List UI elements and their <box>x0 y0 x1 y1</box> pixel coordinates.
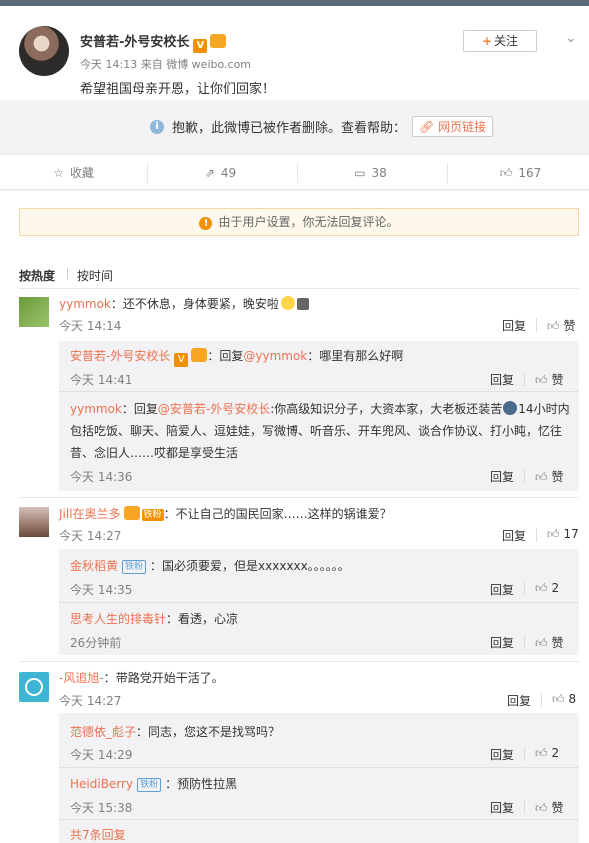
commenter-avatar[interactable] <box>19 507 49 537</box>
verified-v-icon: V <box>174 353 189 367</box>
member-crown-icon <box>210 34 227 48</box>
reply-button[interactable]: 回复 <box>490 468 514 485</box>
member-crown-icon <box>191 348 208 362</box>
comment-text: yymmok：还不休息，身体要紧，晚安啦 <box>59 295 309 312</box>
more-replies-link[interactable]: 共7条回复 <box>70 826 126 843</box>
deleted-message: 抱歉，此微博已被作者删除。查看帮助： <box>172 121 407 136</box>
grin-emoji-icon <box>280 296 295 310</box>
comment-like-button[interactable]: 👍︎ 赞 <box>547 317 576 334</box>
verified-v-icon: V <box>193 39 208 53</box>
comment-like-button[interactable]: 👍︎ 2 <box>535 746 559 761</box>
sub-replies: 范德依_彪子：同志，您这不是找骂吗？ 今天 14:29 回复 👍︎ 2 Heidi… <box>59 713 579 843</box>
plus-icon: + <box>481 34 493 48</box>
reply-button[interactable]: 回复 <box>490 371 514 388</box>
commenter-avatar[interactable] <box>19 672 49 702</box>
thumbs-up-icon: 👍︎ <box>535 636 548 650</box>
thumbs-up-icon: 👍︎ <box>499 166 513 180</box>
moon-emoji-icon <box>296 298 309 310</box>
thumbs-up-icon: 👍︎ <box>535 470 548 484</box>
follow-button[interactable]: + 关注 <box>463 30 537 52</box>
tiefen-badge: 铁粉 <box>122 560 147 574</box>
reply-button[interactable]: 回复 <box>490 581 514 598</box>
thumbs-up-icon: 👍︎ <box>552 692 565 706</box>
warning-icon: ! <box>199 217 213 230</box>
comment-button[interactable]: ▭ 38 <box>297 155 444 191</box>
deleted-repost-notice: i 抱歉，此微博已被作者删除。查看帮助： 🔗︎ 网页链接 <box>0 100 589 154</box>
thumbs-up-icon: 👍︎ <box>535 801 548 815</box>
reply-restricted-notice: ! 由于用户设置，你无法回复评论。 <box>19 208 579 236</box>
sort-by-hot-tab[interactable]: 按热度 <box>19 269 55 283</box>
repost-button[interactable]: ⇗ 49 <box>147 155 294 191</box>
sub-reply-text: HeidiBerry 铁粉 ：预防性拉黑 <box>70 777 238 792</box>
repost-icon: ⇗ <box>204 166 215 180</box>
reply-button[interactable]: 回复 <box>507 692 531 709</box>
comment-like-button[interactable]: 👍︎ 8 <box>552 692 576 707</box>
link-icon: 🔗︎ <box>419 120 439 134</box>
comments-section: ! 由于用户设置，你无法回复评论。 按热度 按时间 yymmok：还不休息，身体要… <box>0 191 589 843</box>
emoji-icon <box>503 401 518 415</box>
weibo-post: 安普若-外号安校长 V 今天 14:13 来自 微博 weibo.com 希望祖国… <box>0 6 589 100</box>
thumbs-up-icon: 👍︎ <box>535 373 548 387</box>
tiefen-badge: 铁粉 <box>137 778 162 792</box>
comment-time: 今天 14:14 <box>59 319 122 333</box>
info-icon: i <box>150 119 164 134</box>
comment-like-button[interactable]: 👍︎ 赞 <box>535 634 564 651</box>
sub-reply-text: 范德依_彪子：同志，您这不是找骂吗？ <box>70 725 281 739</box>
reply-button[interactable]: 回复 <box>490 634 514 651</box>
favorite-button[interactable]: ☆ 收藏 <box>0 155 147 191</box>
tiefen-badge: 铁粉 <box>141 509 164 521</box>
comment-like-button[interactable]: 👍︎ 2 <box>535 581 559 596</box>
web-link-button[interactable]: 🔗︎ 网页链接 <box>412 116 494 137</box>
comment-username[interactable]: yymmok <box>59 297 111 311</box>
comment-like-button[interactable]: 👍︎ 赞 <box>535 371 564 388</box>
thumbs-up-icon: 👍︎ <box>547 319 560 333</box>
chevron-down-icon[interactable]: ⌄ <box>565 30 577 46</box>
commenter-avatar[interactable] <box>19 297 49 327</box>
comment-like-button[interactable]: 👍︎ 17 <box>547 527 579 542</box>
thumbs-up-icon: 👍︎ <box>547 527 560 541</box>
sort-by-time-tab[interactable]: 按时间 <box>77 269 113 283</box>
like-button[interactable]: 👍︎ 167 <box>447 155 589 191</box>
author-avatar[interactable] <box>19 26 69 76</box>
author-name[interactable]: 安普若-外号安校长 V <box>80 31 227 53</box>
reply-button[interactable]: 回复 <box>502 527 526 544</box>
post-text: 希望祖国母亲开恩，让你们回家！ <box>80 82 276 97</box>
sub-reply-text: 安普若-外号安校长 V ：回复@yymmok：哪里有那么好啊 <box>70 348 404 367</box>
reply-button[interactable]: 回复 <box>490 746 514 763</box>
sub-replies: 安普若-外号安校长 V ：回复@yymmok：哪里有那么好啊 今天 14:41 回复… <box>59 341 579 491</box>
thumbs-up-icon: 👍︎ <box>535 746 548 760</box>
sort-tabs: 按热度 按时间 <box>19 267 113 284</box>
comment-like-button[interactable]: 👍︎ 赞 <box>535 468 564 485</box>
star-icon: ☆ <box>53 166 64 180</box>
member-crown-icon <box>123 506 140 520</box>
action-bar: ☆ 收藏 ⇗ 49 ▭ 38 👍︎ 167 <box>0 154 589 190</box>
post-meta: 今天 14:13 来自 微博 weibo.com <box>80 58 252 71</box>
reply-button[interactable]: 回复 <box>490 799 514 816</box>
sub-reply-text: 金秋稻黄 铁粉 ：国必须要爱，但是xxxxxxx。。。。。。 <box>70 559 350 574</box>
comment-text: Jill在奥兰多 铁粉 ：不让自己的国民回家……这样的锅谁爱？ <box>59 506 392 521</box>
reply-button[interactable]: 回复 <box>502 317 526 334</box>
comment-text: -风追旭-：带路党开始干活了。 <box>59 671 224 685</box>
sub-reply-text: yymmok：回复@安普若-外号安校长:你高级知识分子，大资本家，大老板还装苦 1… <box>70 401 570 416</box>
comment-icon: ▭ <box>354 166 366 180</box>
sub-replies: 金秋稻黄 铁粉 ：国必须要爱，但是xxxxxxx。。。。。。 今天 14:35 回复… <box>59 549 579 655</box>
comment-like-button[interactable]: 👍︎ 赞 <box>535 799 564 816</box>
sub-reply-text: 思考人生的排毒针：看透，心凉 <box>70 612 239 626</box>
thumbs-up-icon: 👍︎ <box>535 581 548 595</box>
